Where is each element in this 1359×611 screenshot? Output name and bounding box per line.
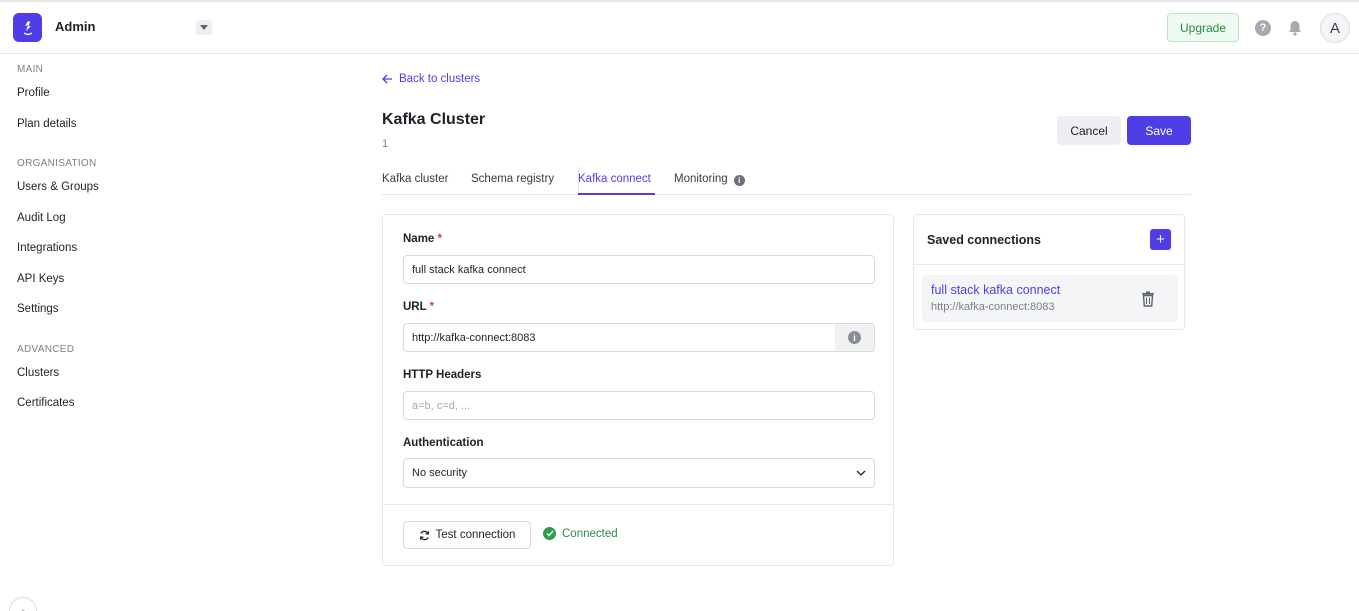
tab-kafka-cluster[interactable]: Kafka cluster (382, 173, 448, 185)
required-mark: * (429, 301, 435, 313)
sidebar-item-clusters[interactable]: Clusters (17, 367, 59, 379)
back-link-label: Back to clusters (399, 73, 481, 85)
cancel-button[interactable]: Cancel (1057, 116, 1121, 145)
sidebar-item-plan-details[interactable]: Plan details (17, 118, 76, 130)
required-mark: * (437, 233, 443, 245)
cluster-tabs: Kafka cluster Schema registry Kafka conn… (382, 165, 1191, 195)
sidebar-section-advanced: ADVANCED (17, 344, 75, 355)
page-subtitle: 1 (382, 138, 389, 150)
name-label-text: Name (403, 233, 435, 245)
sidebar-item-users-groups[interactable]: Users & Groups (17, 181, 99, 193)
saved-connections-panel: Saved connections + full stack kafka con… (913, 214, 1185, 330)
url-label: URL * (403, 301, 434, 313)
info-icon: i (733, 175, 745, 186)
kafka-connect-form: Name * URL * i HTTP Headers Authenticati… (382, 214, 894, 566)
url-info-addon[interactable]: i (835, 323, 875, 352)
saved-connection-item[interactable]: full stack kafka connect http://kafka-co… (922, 275, 1178, 322)
connection-status: Connected (543, 527, 618, 540)
app-title: Admin (55, 19, 96, 34)
sidebar-item-certificates[interactable]: Certificates (17, 397, 75, 409)
authentication-select[interactable]: No security (403, 458, 875, 488)
test-connection-label: Test connection (435, 529, 516, 541)
http-headers-input[interactable] (403, 391, 875, 420)
url-input[interactable] (403, 323, 836, 352)
test-connection-button[interactable]: Test connection (403, 521, 531, 549)
active-tab-indicator (578, 193, 655, 195)
authentication-label: Authentication (403, 437, 484, 449)
url-label-text: URL (403, 301, 427, 313)
name-input[interactable] (403, 255, 875, 284)
trash-icon[interactable] (1141, 291, 1155, 307)
back-to-clusters-link[interactable]: Back to clusters (382, 73, 480, 85)
help-icon[interactable]: ? (1255, 20, 1271, 36)
app-switcher-dropdown[interactable] (196, 20, 212, 35)
top-header: Admin Upgrade ? A (0, 2, 1359, 54)
sidebar-item-profile[interactable]: Profile (17, 87, 50, 99)
saved-connections-header: Saved connections + (914, 215, 1184, 265)
saved-connection-url: http://kafka-connect:8083 (931, 301, 1055, 313)
arrow-left-icon (382, 74, 392, 84)
caret-down-icon (200, 24, 208, 30)
sidebar: MAIN Profile Plan details ORGANISATION U… (0, 54, 250, 611)
tab-monitoring[interactable]: Monitoring i (674, 173, 745, 186)
sidebar-section-main: MAIN (17, 64, 44, 75)
sidebar-item-api-keys[interactable]: API Keys (17, 273, 64, 285)
saved-connections-title: Saved connections (927, 233, 1041, 247)
sidebar-item-settings[interactable]: Settings (17, 303, 59, 315)
connection-status-text: Connected (562, 527, 618, 540)
tab-divider (578, 166, 579, 193)
form-divider (383, 504, 893, 505)
tab-monitoring-label: Monitoring (674, 173, 728, 185)
tab-schema-registry[interactable]: Schema registry (471, 173, 554, 185)
tab-kafka-connect[interactable]: Kafka connect (578, 173, 651, 185)
page-title: Kafka Cluster (382, 111, 486, 128)
chevron-down-icon (856, 470, 866, 476)
check-circle-icon (543, 527, 556, 540)
upgrade-button[interactable]: Upgrade (1167, 13, 1239, 42)
authentication-selected-value: No security (412, 467, 468, 479)
saved-connection-name: full stack kafka connect (931, 283, 1061, 297)
save-button[interactable]: Save (1127, 116, 1191, 145)
http-headers-label: HTTP Headers (403, 369, 482, 381)
refresh-icon (419, 530, 429, 540)
user-avatar[interactable]: A (1320, 13, 1350, 43)
sidebar-item-integrations[interactable]: Integrations (17, 242, 77, 254)
info-icon: i (848, 331, 861, 344)
add-connection-button[interactable]: + (1150, 229, 1171, 250)
sidebar-section-organisation: ORGANISATION (17, 158, 97, 169)
app-logo-icon[interactable] (13, 13, 42, 42)
sidebar-item-audit-log[interactable]: Audit Log (17, 212, 66, 224)
notifications-bell-icon[interactable] (1286, 19, 1304, 37)
name-label: Name * (403, 233, 442, 245)
